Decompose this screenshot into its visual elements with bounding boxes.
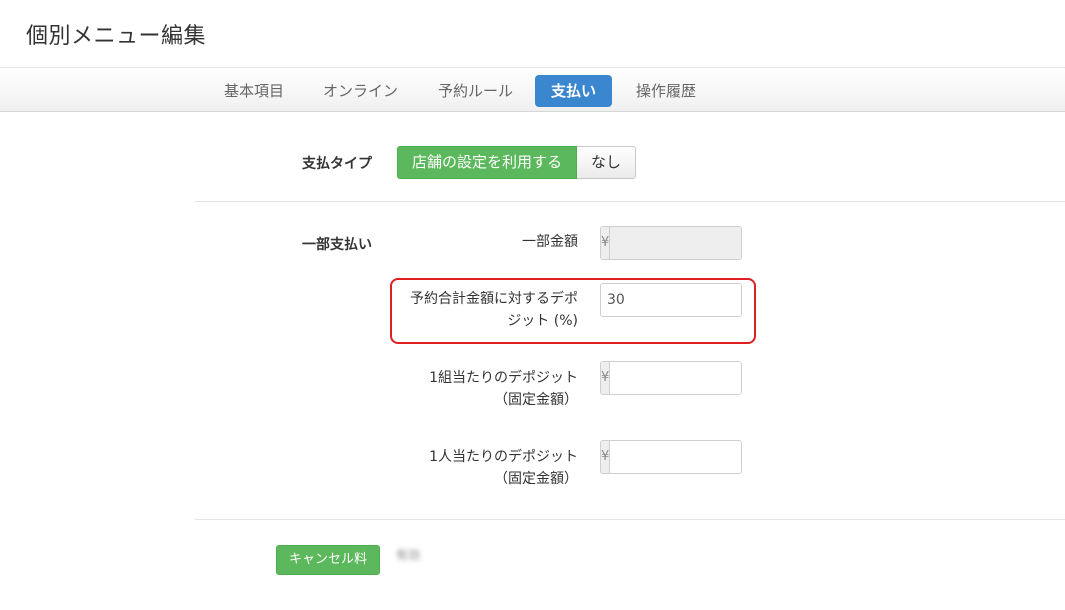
cancel-fee-button[interactable]: キャンセル料 [276,545,381,575]
deposit-percent-field[interactable] [601,284,741,316]
partial-amount-label: 一部金額 [522,234,578,250]
page-title: 個別メニュー編集 [26,24,207,49]
deposit-per-group-input-group: ¥ [600,361,742,395]
deposit-per-group-field[interactable] [610,362,741,394]
section-divider [195,201,1065,202]
deposit-per-person-input-group: ¥ [600,440,742,474]
deposit-per-person-label: 1人当たりのデポジット （固定金額） [429,449,578,487]
yen-prefix: ¥ [601,441,611,473]
tab-history[interactable]: 操作履歴 [632,75,700,107]
tab-payment[interactable]: 支払い [535,75,613,107]
section-divider [195,519,1065,520]
yen-prefix: ¥ [601,362,611,394]
deposit-percent-label: 予約合計金額に対するデポ ジット (%) [410,291,578,329]
deposit-per-person-field[interactable] [610,441,741,473]
partial-amount-input-group: ¥ [600,226,742,260]
payment-type-toggle: 店舗の設定を利用する なし [397,146,637,179]
tab-online[interactable]: オンライン [319,75,402,107]
deposit-per-group-label: 1組当たりのデポジット （固定金額） [429,370,578,408]
tab-basic-items[interactable]: 基本項目 [220,75,288,107]
cancel-fee-status: 有効 [396,548,421,562]
deposit-percent-input-group: % [600,283,742,317]
tab-reservation-rules[interactable]: 予約ルール [434,75,517,107]
use-store-settings-button[interactable]: 店舗の設定を利用する [397,146,578,179]
yen-prefix: ¥ [601,227,611,259]
tab-bar: 基本項目 オンライン 予約ルール 支払い 操作履歴 [0,67,1065,112]
payment-type-label: 支払タイプ [302,156,372,172]
partial-payment-label: 一部支払い [302,237,372,253]
none-button[interactable]: なし [577,146,637,179]
partial-amount-field [610,227,741,259]
